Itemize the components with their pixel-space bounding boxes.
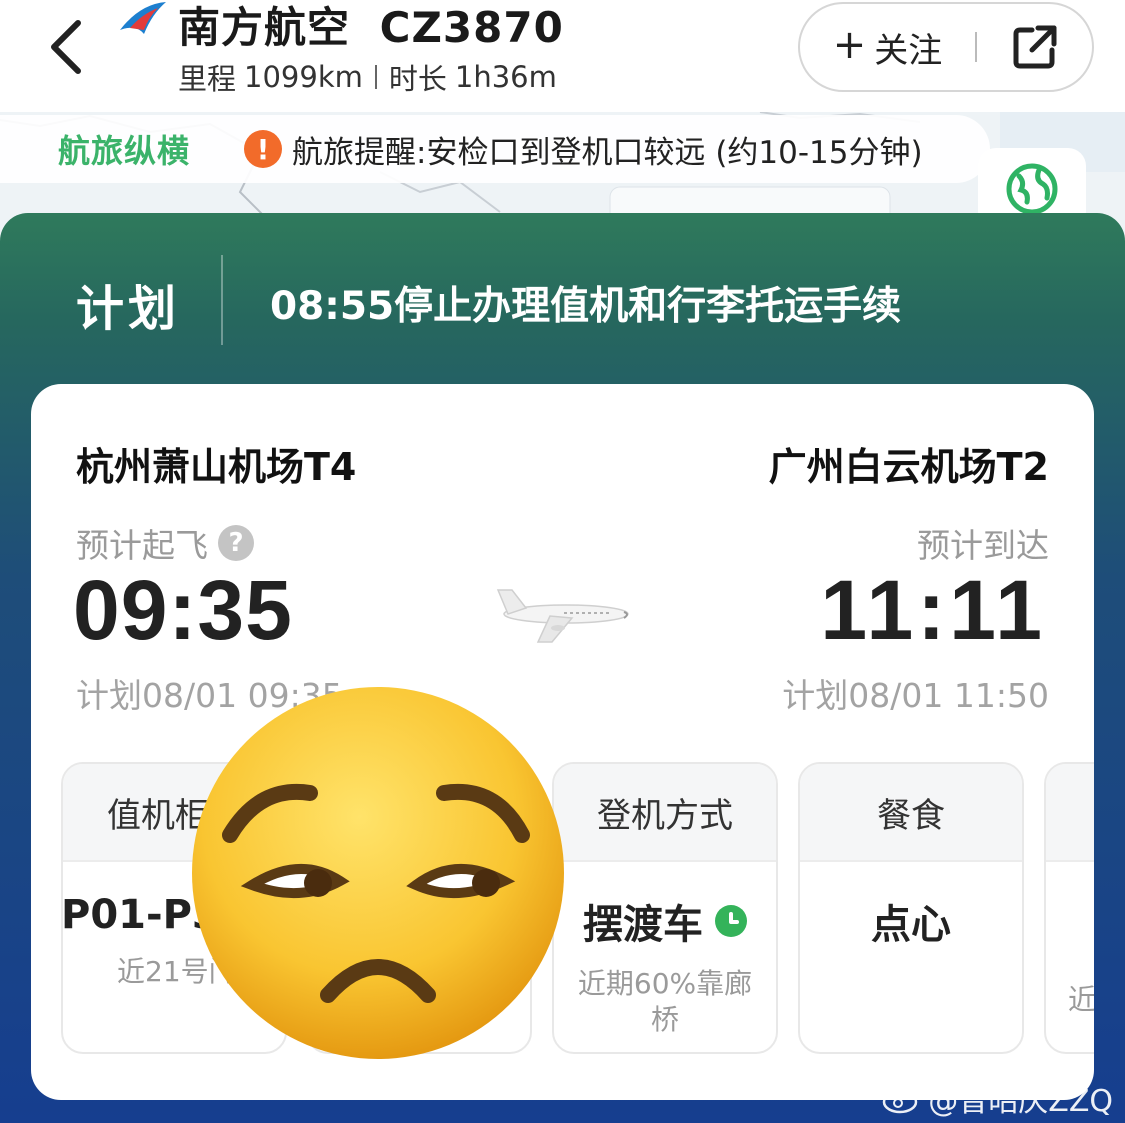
distance-label: 里程 [178,62,237,96]
plan-label: 计划 [76,281,181,337]
watermark: @曾昭庆ZZQ [882,1076,1113,1120]
tile-meal-title: 餐食 [800,764,1022,862]
tile-boarding-value: 摆渡车 [554,892,776,950]
plus-icon: + [832,22,867,68]
clock-icon[interactable] [715,905,747,937]
watermark-text: @曾昭庆ZZQ [928,1084,1113,1119]
tile-boarding-title: 登机方式 [554,764,776,862]
follow-button[interactable]: + 关注 [800,4,975,90]
flight-title: 南方航空 CZ3870 [178,0,564,55]
plan-row: 计划 08:55停止办理值机和行李托运手续 [0,213,1125,383]
share-button[interactable] [977,4,1092,90]
plan-text: 08:55停止办理值机和行李托运手续 [270,284,902,329]
tile-more[interactable]: 近 [1044,762,1094,1054]
chevron-left-icon [51,20,81,74]
duration-value: 1h36m [454,60,557,94]
duration-label: 时长 [388,62,447,96]
alert-text: 航旅提醒:安检口到登机口较远 (约10-15分钟) [292,134,923,171]
tile-boarding[interactable]: 登机方式 摆渡车 近期60%靠廊桥 [552,762,778,1054]
china-southern-logo-icon [120,2,166,34]
back-button[interactable] [36,14,96,80]
travel-alert-bar[interactable]: 航旅纵横 ! 航旅提醒:安检口到登机口较远 (约10-15分钟) [0,115,990,183]
weibo-icon [883,1084,920,1114]
action-pill: + 关注 [798,2,1094,92]
tile-meal[interactable]: 餐食 点心 [798,762,1024,1054]
globe-icon [1006,163,1058,215]
tile-boarding-sub: 近期60%靠廊桥 [577,967,753,1036]
follow-label: 关注 [874,30,943,71]
tile-boarding-value-text: 摆渡车 [583,902,703,948]
distance-value: 1099km [244,60,363,94]
tile-more-sub: 近 [1068,983,1094,1016]
share-icon [1013,25,1056,69]
flight-number: CZ3870 [379,3,564,52]
plan-divider [221,255,223,345]
airline-name: 南方航空 [178,3,351,52]
tile-meal-value: 点心 [871,902,951,948]
flight-meta: 里程 1099km 时长 1h36m [178,56,557,98]
unamused-face-icon [192,687,564,1059]
meta-divider [374,65,377,89]
tile-more-title [1046,764,1094,862]
header: 南方航空 CZ3870 里程 1099km 时长 1h36m + 关注 [0,0,1125,112]
exclamation-icon: ! [244,130,283,168]
brand-tag: 航旅纵横 [58,132,191,170]
